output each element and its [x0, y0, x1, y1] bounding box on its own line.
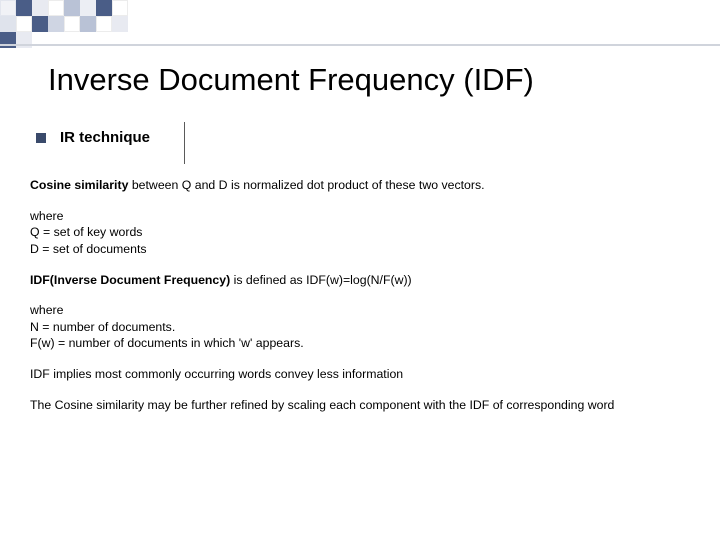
text-n-def: N = number of documents.: [30, 319, 690, 336]
slide-title: Inverse Document Frequency (IDF): [48, 62, 534, 98]
text-q-def: Q = set of key words: [30, 224, 690, 241]
bullet-ir-technique: IR technique: [36, 128, 690, 148]
header-decoration: [0, 0, 720, 52]
text-fw-def: F(w) = number of documents in which 'w' …: [30, 335, 690, 352]
text-where: where: [30, 302, 690, 319]
para-refine: The Cosine similarity may be further ref…: [30, 397, 690, 414]
header-rule: [0, 44, 720, 46]
slide: Inverse Document Frequency (IDF) IR tech…: [0, 0, 720, 540]
slide-body: IR technique Cosine similarity between Q…: [30, 128, 690, 427]
para-cosine: Cosine similarity between Q and D is nor…: [30, 177, 690, 194]
defs-nfw: where N = number of documents. F(w) = nu…: [30, 302, 690, 352]
text-strong: IDF(Inverse Document Frequency): [30, 273, 230, 287]
text: is defined as IDF(w)=log(N/F(w)): [230, 273, 411, 287]
para-idf-def: IDF(Inverse Document Frequency) is defin…: [30, 272, 690, 289]
defs-qd: where Q = set of key words D = set of do…: [30, 208, 690, 258]
bullet-label: IR technique: [60, 128, 150, 148]
text-strong: Cosine similarity: [30, 178, 128, 192]
bullet-marker-icon: [36, 133, 46, 143]
text: between Q and D is normalized dot produc…: [128, 178, 484, 192]
text-where: where: [30, 208, 690, 225]
para-idf-implies: IDF implies most commonly occurring word…: [30, 366, 690, 383]
text-d-def: D = set of documents: [30, 241, 690, 258]
